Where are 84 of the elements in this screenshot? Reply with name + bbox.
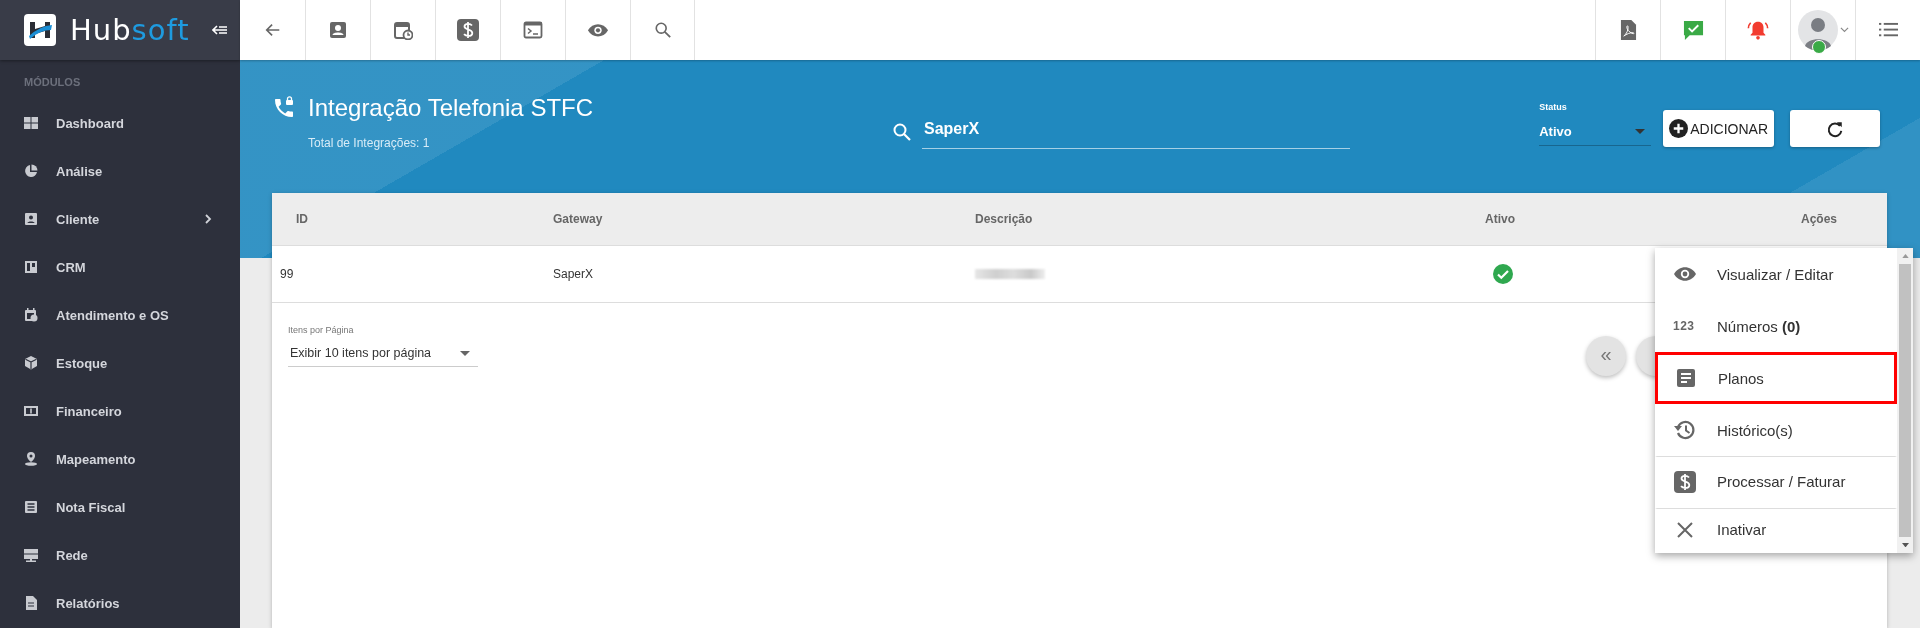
caret-icon — [1839, 27, 1849, 33]
menu-item[interactable]: Processar / Faturar — [1655, 456, 1897, 508]
chat-button[interactable] — [1660, 0, 1725, 60]
phone-icon — [272, 96, 296, 120]
money-icon — [24, 404, 38, 418]
eye-icon — [587, 22, 609, 38]
items-per-page-select[interactable]: Exibir 10 itens por página — [288, 338, 478, 367]
column-header: Ações — [1799, 212, 1838, 226]
calendar-clock-icon — [393, 20, 413, 40]
table-cell-text: 99 — [279, 267, 295, 281]
dollar-button[interactable] — [435, 0, 500, 60]
section-title: MÓDULOS — [23, 75, 82, 90]
list-icon — [1878, 22, 1898, 38]
pdf-button[interactable] — [1595, 0, 1660, 60]
sidebar-item[interactable]: Mapeamento — [0, 435, 240, 483]
avatar-icon — [1797, 10, 1838, 50]
logo-icon — [24, 14, 56, 46]
sidebar-item[interactable]: Dashboard — [0, 99, 240, 147]
sidebar-item[interactable]: Rede — [0, 531, 240, 579]
terminal-button[interactable] — [500, 0, 565, 60]
table-cell-text: SaperX — [553, 267, 595, 281]
plus-icon — [1669, 119, 1689, 138]
sidebar-item[interactable]: Nota Fiscal — [0, 483, 240, 531]
first-page-button[interactable]: « — [1586, 336, 1626, 376]
search-field[interactable]: SaperX — [922, 114, 1350, 149]
sidebar-item[interactable]: Análise — [0, 147, 240, 195]
menu-item[interactable]: Visualizar / Editar — [1655, 248, 1897, 300]
pie-icon — [24, 164, 38, 178]
menu-item[interactable]: Planos — [1655, 352, 1897, 404]
calendar-button[interactable] — [370, 0, 435, 60]
doc-icon — [24, 500, 38, 514]
caret-icon — [460, 350, 470, 356]
pdf-file-icon — [1619, 19, 1637, 41]
contact-button[interactable] — [305, 0, 370, 60]
server-icon — [24, 548, 38, 562]
pin-icon — [24, 452, 38, 466]
history-icon — [1673, 418, 1697, 442]
bell-icon — [1747, 19, 1769, 41]
menu-button[interactable] — [1855, 0, 1920, 60]
board-icon — [24, 260, 38, 274]
add-button[interactable]: ADICIONAR — [1663, 110, 1774, 147]
sidebar-item[interactable]: Financeiro — [0, 387, 240, 435]
refresh-button[interactable] — [1790, 110, 1880, 147]
dollar-icon — [456, 18, 480, 42]
column-header: Gateway — [553, 212, 604, 226]
file-icon — [24, 596, 38, 610]
search-icon — [892, 121, 912, 142]
status-label: Status — [1539, 102, 1568, 112]
sidebar-item[interactable]: CRM — [0, 243, 240, 291]
integration-count: Total de Integrações: 1 — [308, 136, 431, 150]
sidebar-item[interactable]: Estoque — [0, 339, 240, 387]
chat-check-icon — [1682, 19, 1704, 41]
box-icon — [24, 356, 38, 370]
grid-icon — [24, 116, 38, 130]
sidebar-item[interactable]: Cliente — [0, 195, 240, 243]
collapse-icon[interactable] — [212, 24, 228, 36]
caret-icon — [1635, 129, 1646, 134]
menu-item[interactable]: 123 Números (0) — [1655, 300, 1897, 352]
digits-icon: 123 — [1673, 319, 1697, 333]
logo-text: Hubsoft — [70, 13, 190, 47]
dollar-icon — [1673, 469, 1697, 494]
contact-icon — [24, 212, 38, 226]
status-select[interactable]: Ativo — [1539, 116, 1652, 146]
back-arrow-icon — [263, 21, 282, 39]
refresh-icon — [1826, 119, 1844, 138]
doc-icon — [1674, 366, 1698, 390]
page-title: Integração Telefonia STFC — [308, 94, 594, 122]
eye-button[interactable] — [565, 0, 630, 60]
user-menu-button[interactable] — [1790, 0, 1855, 60]
items-per-page-label: Itens por Página — [288, 325, 355, 335]
terminal-icon — [523, 20, 543, 40]
sidebar-item[interactable]: Atendimento e OS — [0, 291, 240, 339]
menu-item[interactable]: Histórico(s) — [1655, 404, 1897, 456]
contact-card-icon — [328, 20, 348, 40]
calendar-icon — [24, 308, 38, 322]
column-header: Descrição — [975, 212, 1034, 226]
column-header: ID — [295, 212, 309, 226]
blurred-text — [975, 269, 1045, 279]
scroll-down-icon[interactable] — [1901, 542, 1909, 547]
bell-button[interactable] — [1725, 0, 1790, 60]
search-icon — [653, 21, 672, 39]
column-header: Ativo — [1485, 212, 1516, 226]
sidebar-item[interactable]: Relatórios — [0, 579, 240, 627]
scrollbar[interactable] — [1897, 248, 1913, 553]
